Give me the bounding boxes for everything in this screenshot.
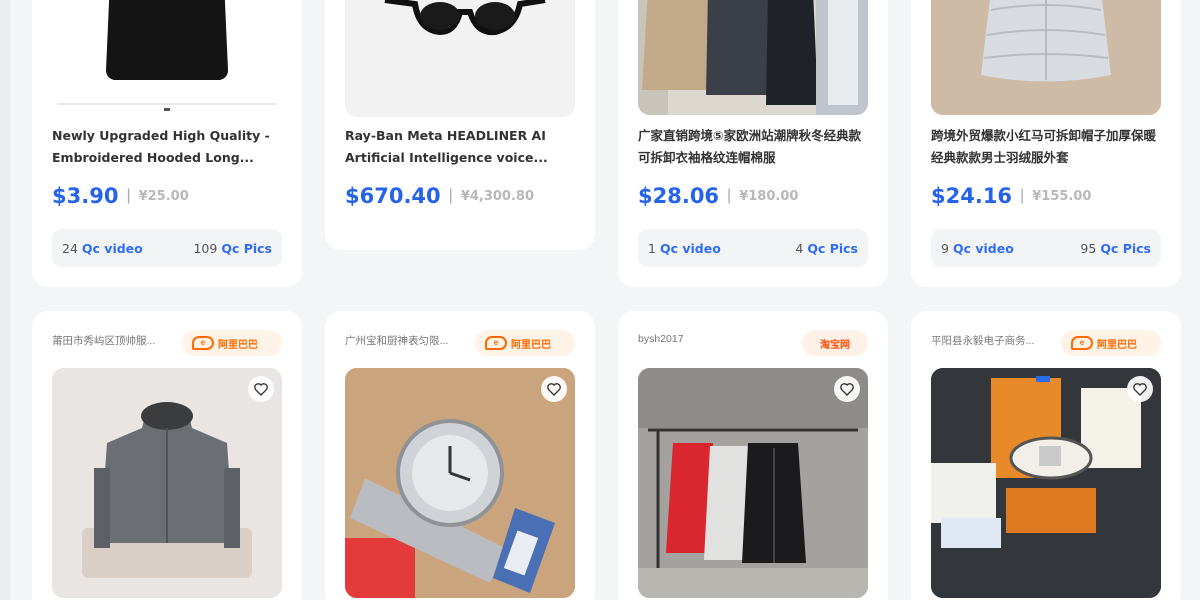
qc-pics-label: Qc Pics bbox=[807, 240, 858, 256]
page-left-gutter bbox=[0, 0, 10, 600]
qc-pics-link[interactable]: 4 Qc Pics bbox=[795, 241, 858, 256]
price-separator: | bbox=[1020, 187, 1025, 204]
qc-pics-count: 4 bbox=[795, 240, 804, 256]
white-puffer-jacket-image[interactable] bbox=[931, 0, 1161, 115]
favorite-heart-icon[interactable] bbox=[1127, 376, 1153, 402]
seller-name[interactable]: bysh2017 bbox=[638, 333, 758, 345]
product-card[interactable]: 跨境外贸爆款小红马可拆卸帽子加厚保暖经典款款男士羽绒服外套 $24.16 | ¥… bbox=[911, 0, 1181, 287]
product-title[interactable]: 广家直销跨境⑤家欧洲站潮牌秋冬经典款可拆卸衣袖格纹连帽棉服 bbox=[638, 125, 868, 169]
qc-pics-link[interactable]: 95 Qc Pics bbox=[1080, 241, 1151, 256]
product-card[interactable]: 广家直销跨境⑤家欧洲站潮牌秋冬经典款可拆卸衣袖格纹连帽棉服 $28.06 | ¥… bbox=[618, 0, 888, 287]
product-title[interactable]: Ray-Ban Meta HEADLINER AI Artificial Int… bbox=[345, 125, 575, 169]
original-price: ¥180.00 bbox=[739, 188, 799, 204]
platform-badge-taobao: 淘宝网 bbox=[802, 330, 868, 356]
black-hoodie-image[interactable] bbox=[52, 0, 282, 115]
product-card[interactable]: Newly Upgraded High Quality - Embroidere… bbox=[32, 0, 302, 287]
qc-video-link[interactable]: 24 Qc video bbox=[62, 241, 143, 256]
platform-badge-1688: e 阿里巴巴 bbox=[1061, 330, 1161, 356]
hoodies-rack-image[interactable] bbox=[638, 368, 868, 598]
price-row: $3.90 | ¥25.00 bbox=[52, 184, 292, 208]
qc-video-count: 1 bbox=[648, 240, 656, 256]
product-price: $3.90 bbox=[52, 184, 119, 208]
qc-video-count: 9 bbox=[941, 240, 949, 256]
original-price: ¥155.00 bbox=[1032, 188, 1092, 204]
alibaba-logo-icon: e bbox=[485, 336, 507, 350]
product-price: $28.06 bbox=[638, 184, 720, 208]
qc-video-label: Qc video bbox=[659, 240, 721, 256]
original-price: ¥25.00 bbox=[138, 188, 189, 204]
price-separator: | bbox=[727, 187, 732, 204]
platform-badge-1688: e 阿里巴巴 bbox=[182, 330, 282, 356]
badge-label: 淘宝网 bbox=[820, 339, 850, 351]
price-separator: | bbox=[448, 187, 453, 204]
belt-giftbox-image[interactable] bbox=[931, 368, 1161, 598]
product-title[interactable]: 跨境外贸爆款小红马可拆卸帽子加厚保暖经典款款男士羽绒服外套 bbox=[931, 125, 1161, 169]
qc-info-bar: 24 Qc video 109 Qc Pics bbox=[52, 229, 282, 267]
grey-parka-image[interactable] bbox=[52, 368, 282, 598]
favorite-heart-icon[interactable] bbox=[248, 376, 274, 402]
original-price: ¥4,300.80 bbox=[460, 188, 535, 204]
qc-pics-count: 109 bbox=[193, 240, 218, 256]
seller-name[interactable]: 莆田市秀屿区顶帅服... bbox=[52, 333, 172, 348]
product-card[interactable]: 广州宝和厨神表匀限... e 阿里巴巴 bbox=[325, 311, 595, 600]
product-card[interactable]: 平阳县永毅电子商务... e 阿里巴巴 bbox=[911, 311, 1181, 600]
product-card[interactable]: bysh2017 淘宝网 bbox=[618, 311, 888, 600]
qc-pics-label: Qc Pics bbox=[221, 240, 272, 256]
alibaba-logo-icon: e bbox=[1071, 336, 1093, 350]
puffer-jackets-rack-image[interactable] bbox=[638, 0, 868, 115]
price-separator: | bbox=[126, 187, 131, 204]
price-row: $24.16 | ¥155.00 bbox=[931, 184, 1171, 208]
qc-pics-label: Qc Pics bbox=[1100, 240, 1151, 256]
price-row: $28.06 | ¥180.00 bbox=[638, 184, 878, 208]
qc-video-label: Qc video bbox=[952, 240, 1014, 256]
sunglasses-image[interactable] bbox=[345, 0, 575, 117]
qc-video-count: 24 bbox=[62, 240, 78, 256]
product-card[interactable]: 莆田市秀屿区顶帅服... e 阿里巴巴 bbox=[32, 311, 302, 600]
favorite-heart-icon[interactable] bbox=[834, 376, 860, 402]
product-title[interactable]: Newly Upgraded High Quality - Embroidere… bbox=[52, 125, 282, 169]
product-card[interactable]: Ray-Ban Meta HEADLINER AI Artificial Int… bbox=[325, 0, 595, 250]
product-price: $24.16 bbox=[931, 184, 1013, 208]
badge-label: 阿里巴巴 bbox=[1097, 339, 1137, 351]
qc-video-label: Qc video bbox=[81, 240, 143, 256]
qc-info-bar: 1 Qc video 4 Qc Pics bbox=[638, 229, 868, 267]
qc-pics-link[interactable]: 109 Qc Pics bbox=[193, 241, 272, 256]
qc-pics-count: 95 bbox=[1080, 240, 1097, 256]
seller-name[interactable]: 广州宝和厨神表匀限... bbox=[345, 333, 465, 348]
luxury-watch-image[interactable] bbox=[345, 368, 575, 598]
price-row: $670.40 | ¥4,300.80 bbox=[345, 184, 585, 208]
favorite-heart-icon[interactable] bbox=[541, 376, 567, 402]
product-price: $670.40 bbox=[345, 184, 441, 208]
seller-name[interactable]: 平阳县永毅电子商务... bbox=[931, 333, 1051, 348]
badge-label: 阿里巴巴 bbox=[218, 339, 258, 351]
platform-badge-1688: e 阿里巴巴 bbox=[475, 330, 575, 356]
qc-video-link[interactable]: 1 Qc video bbox=[648, 241, 721, 256]
qc-video-link[interactable]: 9 Qc video bbox=[941, 241, 1014, 256]
badge-label: 阿里巴巴 bbox=[511, 339, 551, 351]
qc-info-bar: 9 Qc video 95 Qc Pics bbox=[931, 229, 1161, 267]
alibaba-logo-icon: e bbox=[192, 336, 214, 350]
